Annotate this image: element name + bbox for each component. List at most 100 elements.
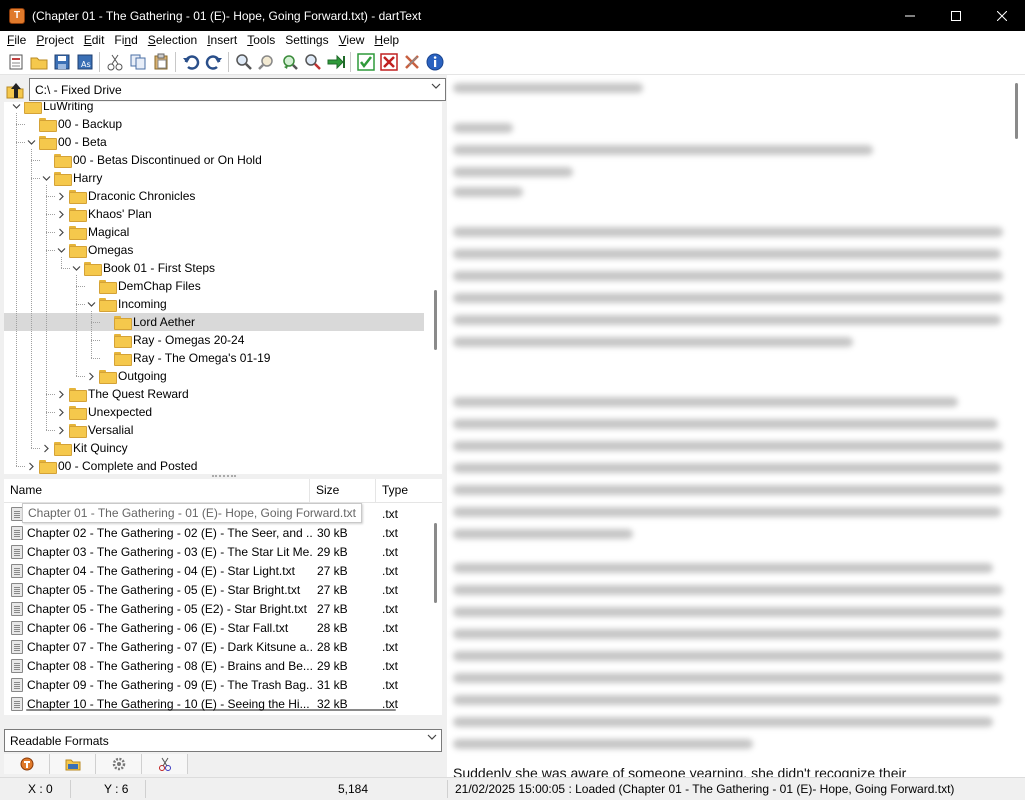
chevron-right-icon[interactable]: [25, 460, 37, 472]
file-row[interactable]: Chapter 08 - The Gathering - 08 (E) - Br…: [4, 656, 442, 675]
chevron-right-icon[interactable]: [55, 424, 67, 436]
text-editor[interactable]: Suddenly she was aware of someone yearni…: [447, 75, 1025, 777]
drive-select[interactable]: C:\ - Fixed Drive: [29, 78, 446, 101]
replace-button[interactable]: [278, 51, 301, 74]
chevron-right-icon[interactable]: [55, 406, 67, 418]
tree-item[interactable]: 00 - Complete and Posted: [25, 457, 197, 474]
format-select[interactable]: Readable Formats: [4, 729, 442, 752]
tree-scrollbar[interactable]: [428, 102, 442, 474]
cut-button[interactable]: [103, 51, 126, 74]
tree-item[interactable]: Omegas: [55, 241, 133, 259]
column-size[interactable]: Size: [309, 479, 375, 503]
file-row[interactable]: Chapter 07 - The Gathering - 07 (E) - Da…: [4, 637, 442, 656]
menu-project[interactable]: Project: [31, 31, 78, 50]
new-document-button[interactable]: [4, 51, 27, 74]
menu-find[interactable]: Find: [109, 31, 142, 50]
tab-folders[interactable]: [50, 754, 96, 774]
menu-edit[interactable]: Edit: [79, 31, 110, 50]
file-row[interactable]: Chapter 05 - The Gathering - 05 (E2) - S…: [4, 599, 442, 618]
menu-settings[interactable]: Settings: [280, 31, 333, 50]
minimize-button[interactable]: [887, 0, 933, 31]
zoom-button[interactable]: [301, 51, 324, 74]
tree-item[interactable]: Khaos' Plan: [55, 205, 152, 223]
copy-button[interactable]: [126, 51, 149, 74]
file-list[interactable]: Name Size Type Chapter 01 - The Gatherin…: [4, 479, 442, 715]
chevron-right-icon[interactable]: [40, 442, 52, 454]
tree-item[interactable]: 00 - Backup: [25, 115, 122, 133]
save-button[interactable]: [50, 51, 73, 74]
chevron-right-icon[interactable]: [55, 388, 67, 400]
chevron-right-icon[interactable]: [55, 190, 67, 202]
file-size: 29 kB: [317, 544, 348, 559]
file-row[interactable]: Chapter 02 - The Gathering - 02 (E) - Th…: [4, 523, 442, 542]
tree-item[interactable]: Ray - Omegas 20-24: [100, 331, 244, 349]
folder-tree[interactable]: LuWriting 00 - Backup 00 - Beta 00 - Betas …: [4, 102, 442, 474]
save-as-button[interactable]: As: [73, 51, 96, 74]
file-row[interactable]: Chapter 04 - The Gathering - 04 (E) - St…: [4, 561, 442, 580]
tree-guide: [76, 304, 85, 305]
tree-item[interactable]: 00 - Betas Discontinued or On Hold: [40, 151, 262, 169]
close-button[interactable]: [979, 0, 1025, 31]
tree-item[interactable]: Lord Aether: [4, 313, 424, 331]
tree-item[interactable]: The Quest Reward: [55, 385, 189, 403]
file-row[interactable]: Chapter 09 - The Gathering - 09 (E) - Th…: [4, 675, 442, 694]
chevron-down-icon[interactable]: [55, 244, 67, 256]
blurred-text-line: [453, 419, 998, 429]
tree-scrollbar-thumb[interactable]: [434, 290, 437, 350]
chevron-right-icon[interactable]: [55, 208, 67, 220]
tree-item[interactable]: Versalial: [55, 421, 133, 439]
tree-item[interactable]: Magical: [55, 223, 129, 241]
reject-button[interactable]: [377, 51, 400, 74]
maximize-button[interactable]: [933, 0, 979, 31]
chevron-down-icon[interactable]: [70, 262, 82, 274]
up-folder-button[interactable]: [4, 78, 26, 101]
redo-button[interactable]: [202, 51, 225, 74]
tab-settings[interactable]: [96, 754, 142, 774]
find-next-button[interactable]: [255, 51, 278, 74]
file-row[interactable]: Chapter 05 - The Gathering - 05 (E) - St…: [4, 580, 442, 599]
menu-help[interactable]: Help: [369, 31, 404, 50]
tree-item[interactable]: Incoming: [85, 295, 167, 313]
tab-clips[interactable]: [142, 754, 188, 774]
open-button[interactable]: [27, 51, 50, 74]
file-row[interactable]: Chapter 03 - The Gathering - 03 (E) - Th…: [4, 542, 442, 561]
tree-item[interactable]: Outgoing: [85, 367, 167, 385]
chevron-right-icon[interactable]: [55, 226, 67, 238]
chevron-down-icon[interactable]: [40, 172, 52, 184]
chevron-down-icon[interactable]: [10, 102, 22, 112]
cut-icon: [107, 54, 122, 71]
tree-item[interactable]: Harry: [40, 169, 102, 187]
tree-item[interactable]: Kit Quincy: [40, 439, 128, 457]
tree-item[interactable]: DemChap Files: [85, 277, 201, 295]
editor-scrollbar-thumb[interactable]: [1015, 83, 1018, 139]
column-name[interactable]: Name: [4, 479, 309, 503]
file-row[interactable]: Chapter 01 - The Gathering - 01 (E)- Hop…: [4, 503, 442, 523]
menu-tools[interactable]: Tools: [242, 31, 280, 50]
accept-button[interactable]: [354, 51, 377, 74]
menu-file[interactable]: File: [2, 31, 31, 50]
splitter-grip[interactable]: [212, 475, 236, 477]
menu-insert[interactable]: Insert: [202, 31, 242, 50]
find-button[interactable]: [232, 51, 255, 74]
tree-item[interactable]: LuWriting: [10, 102, 93, 115]
paste-button[interactable]: [149, 51, 172, 74]
chevron-right-icon[interactable]: [85, 370, 97, 382]
tree-item[interactable]: Unexpected: [55, 403, 152, 421]
info-button[interactable]: [423, 51, 446, 74]
tree-item[interactable]: Book 01 - First Steps: [70, 259, 215, 277]
goto-button[interactable]: [324, 51, 347, 74]
remove-button[interactable]: [400, 51, 423, 74]
chevron-down-icon[interactable]: [25, 136, 37, 148]
menu-selection[interactable]: Selection: [143, 31, 202, 50]
undo-button[interactable]: [179, 51, 202, 74]
editor-scrollbar[interactable]: [1007, 75, 1025, 777]
tab-app[interactable]: [4, 754, 50, 774]
tree-item[interactable]: Ray - The Omega's 01-19: [100, 349, 270, 367]
column-type[interactable]: Type: [375, 479, 428, 503]
chevron-down-icon[interactable]: [85, 298, 97, 310]
file-row[interactable]: Chapter 06 - The Gathering - 06 (E) - St…: [4, 618, 442, 637]
tree-item[interactable]: 00 - Beta: [25, 133, 107, 151]
menu-view[interactable]: View: [334, 31, 370, 50]
tree-item[interactable]: Draconic Chronicles: [55, 187, 195, 205]
file-row[interactable]: Chapter 10 - The Gathering - 10 (E) - Se…: [4, 694, 442, 713]
